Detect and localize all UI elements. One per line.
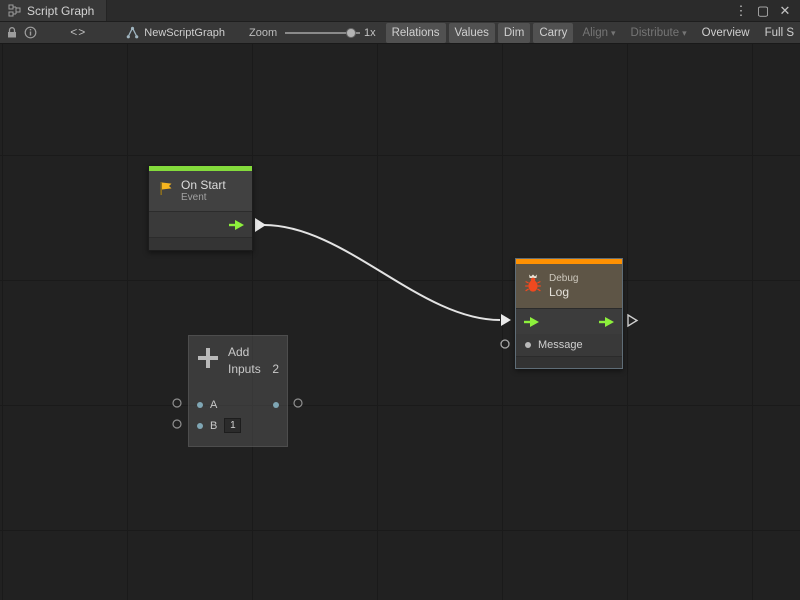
flow-output-arrow-icon[interactable] <box>228 219 245 231</box>
log-output-port-triangle[interactable] <box>628 315 637 326</box>
code-icon: <> <box>70 25 86 39</box>
flow-output-arrow-icon[interactable] <box>598 316 615 328</box>
script-graph-window: Script Graph ⋮ ▢ ✕ <> <box>0 0 800 600</box>
distribute-dropdown[interactable]: Distribute▾ <box>625 23 693 43</box>
fullscreen-label: Full S <box>765 27 794 39</box>
wire-onstart-to-log[interactable] <box>264 225 500 320</box>
debug-log-message-row[interactable]: Message <box>516 334 622 356</box>
flow-input-arrow-icon[interactable] <box>523 316 540 328</box>
plus-icon <box>197 345 219 388</box>
debug-log-title: Log <box>549 285 578 299</box>
port-a-dot-icon[interactable] <box>197 402 203 408</box>
ghost-port-row-b[interactable]: B 1 <box>189 415 287 436</box>
window-maximize-button[interactable]: ▢ <box>754 3 772 19</box>
ghost-add-header: Add Inputs 2 <box>189 336 287 388</box>
ghost-port-a-outer-circle[interactable] <box>173 399 181 407</box>
graph-asset-icon <box>126 26 139 39</box>
node-add-ghost[interactable]: Add Inputs 2 A B 1 <box>188 335 288 447</box>
on-start-footer <box>149 237 252 250</box>
output-dot-icon[interactable] <box>273 402 279 408</box>
align-label: Align <box>582 27 608 39</box>
node-on-start[interactable]: On Start Event <box>148 165 253 251</box>
window-close-button[interactable]: ✕ <box>776 3 794 19</box>
tab-script-graph[interactable]: Script Graph <box>0 0 107 21</box>
window-controls: ⋮ ▢ ✕ <box>732 0 800 21</box>
overview-label: Overview <box>702 27 750 39</box>
on-start-header[interactable]: On Start Event <box>149 171 252 211</box>
info-icon[interactable] <box>24 24 39 42</box>
dim-button[interactable]: Dim <box>498 23 530 43</box>
debug-log-header[interactable]: Debug Log <box>516 264 622 308</box>
ghost-add-ports: A B 1 <box>189 394 287 436</box>
wire-end-arrow-icon <box>501 314 511 326</box>
on-start-port-row <box>149 211 252 237</box>
graph-canvas[interactable]: On Start Event <box>0 44 800 600</box>
ghost-add-subtitle: Inputs <box>228 362 261 376</box>
graph-name: NewScriptGraph <box>144 27 225 39</box>
relations-label: Relations <box>392 27 440 39</box>
ghost-add-title: Add <box>228 345 279 359</box>
chevron-down-icon: ▾ <box>682 28 687 38</box>
script-graph-tab-icon <box>8 4 21 17</box>
ghost-output-outer-circle[interactable] <box>294 399 302 407</box>
lock-icon[interactable] <box>5 24 20 42</box>
distribute-label: Distribute <box>631 27 680 39</box>
port-b-label: B <box>210 420 217 432</box>
port-b-dot-icon[interactable] <box>197 423 203 429</box>
onstart-output-port-connected[interactable] <box>255 218 266 232</box>
ghost-port-b-outer-circle[interactable] <box>173 420 181 428</box>
on-start-subtitle: Event <box>181 192 226 204</box>
debug-log-category: Debug <box>549 273 578 285</box>
debug-log-flow-row <box>516 308 622 334</box>
titlebar-spacer <box>107 0 732 21</box>
bug-icon <box>524 274 542 298</box>
fullscreen-button[interactable]: Full S <box>759 23 800 43</box>
chevron-down-icon: ▾ <box>611 28 616 38</box>
window-menu-button[interactable]: ⋮ <box>732 3 750 19</box>
zoom-label: Zoom <box>249 27 277 39</box>
message-input-port-circle[interactable] <box>501 340 509 348</box>
edit-source-button[interactable]: <> <box>56 23 100 43</box>
port-a-label: A <box>210 399 217 411</box>
flag-icon <box>157 180 174 202</box>
graph-toolbar: <> NewScriptGraph Zoom 1x Relations Valu… <box>0 22 800 44</box>
overview-button[interactable]: Overview <box>696 23 756 43</box>
graph-reference[interactable]: NewScriptGraph <box>126 26 225 39</box>
values-label: Values <box>455 27 489 39</box>
zoom-slider[interactable] <box>285 24 360 42</box>
relations-button[interactable]: Relations <box>386 23 446 43</box>
debug-log-footer <box>516 356 622 368</box>
zoom-value: 1x <box>364 27 376 39</box>
node-debug-log[interactable]: Debug Log <box>515 258 623 369</box>
titlebar: Script Graph ⋮ ▢ ✕ <box>0 0 800 22</box>
carry-label: Carry <box>539 27 567 39</box>
values-button[interactable]: Values <box>449 23 495 43</box>
on-start-title: On Start <box>181 178 226 192</box>
connection-layer <box>0 44 800 600</box>
message-port-dot-icon[interactable] <box>525 342 531 348</box>
port-b-value-field[interactable]: 1 <box>224 418 241 433</box>
dim-label: Dim <box>504 27 524 39</box>
ghost-port-row-a[interactable]: A <box>189 394 287 415</box>
tab-label: Script Graph <box>27 4 94 18</box>
align-dropdown[interactable]: Align▾ <box>576 23 621 43</box>
carry-button[interactable]: Carry <box>533 23 573 43</box>
ghost-add-count: 2 <box>272 362 279 376</box>
zoom-slider-knob[interactable] <box>346 28 356 38</box>
message-label: Message <box>538 339 583 351</box>
